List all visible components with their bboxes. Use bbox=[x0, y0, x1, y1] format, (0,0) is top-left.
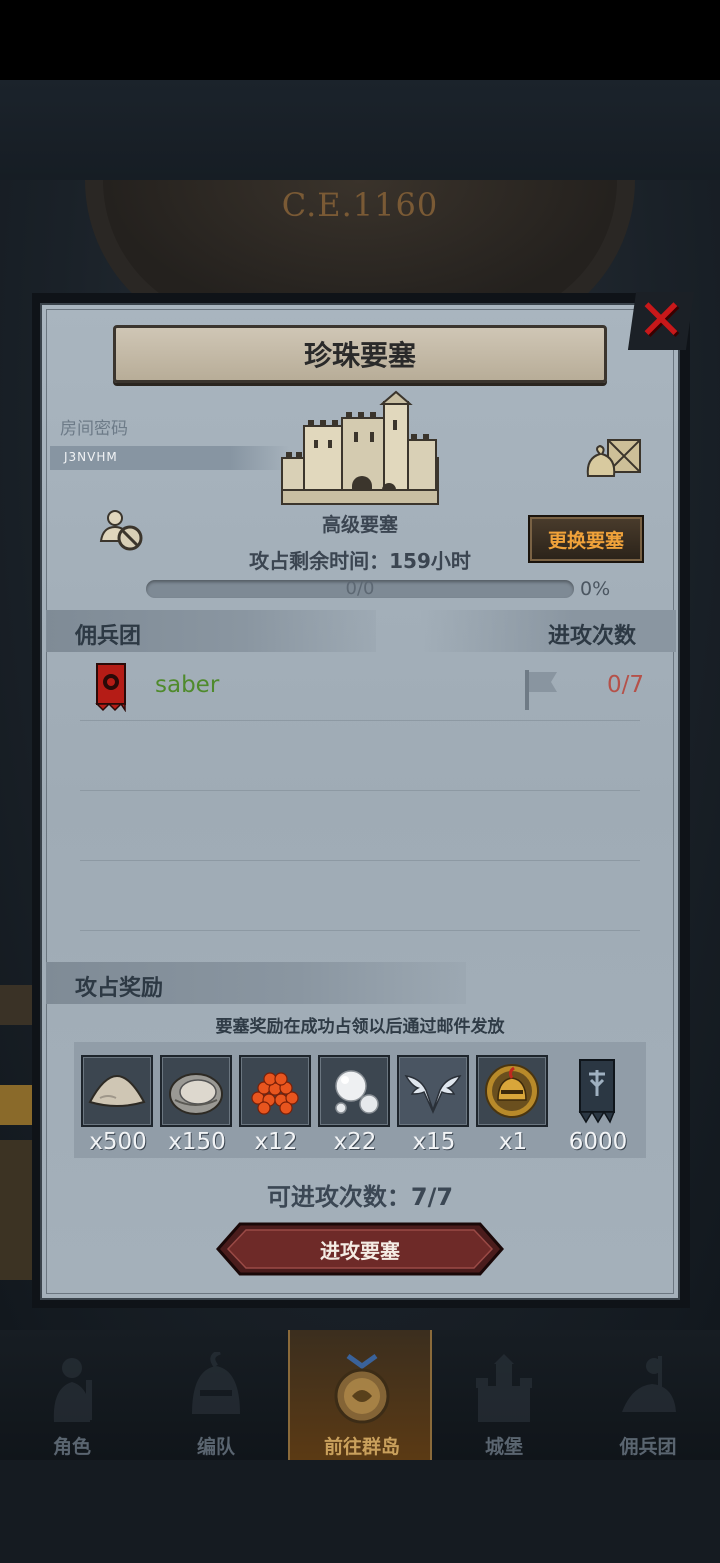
attack-count-header: 进攻次数 bbox=[548, 624, 637, 649]
guild-name: saber bbox=[155, 672, 220, 698]
guild-banner-icon bbox=[578, 1059, 616, 1124]
bottom-background bbox=[0, 1460, 720, 1563]
row-divider bbox=[80, 860, 640, 861]
nav-label: 角色 bbox=[52, 1436, 91, 1458]
guild-attack-count: 0/7 bbox=[606, 672, 644, 698]
room-code: J3NVHM bbox=[64, 450, 118, 464]
reward-count: x1 bbox=[498, 1129, 528, 1155]
nav-label: 佣兵团 bbox=[619, 1436, 677, 1458]
nav-item-character[interactable]: 角色 bbox=[0, 1330, 144, 1460]
change-fortress-label: 更换要塞 bbox=[547, 529, 624, 552]
golden-helmet-icon bbox=[485, 1064, 539, 1118]
row-divider bbox=[80, 930, 640, 931]
status-bar bbox=[0, 0, 720, 80]
fish-roe-icon bbox=[251, 1072, 299, 1115]
close-icon: ✕ bbox=[637, 288, 685, 353]
attacks-available: 可进攻次数：7/7 bbox=[266, 1183, 454, 1211]
close-button[interactable]: ✕ bbox=[627, 288, 695, 354]
title-plaque: 珍珠要塞 bbox=[113, 325, 607, 383]
winged-emblem-icon bbox=[404, 1075, 462, 1114]
sand-pile-icon bbox=[88, 1074, 146, 1107]
era-label: C.E.1160 bbox=[281, 186, 439, 224]
fortress-castle-icon bbox=[281, 390, 439, 505]
rider-icon bbox=[622, 1356, 676, 1412]
nav-label: 城堡 bbox=[484, 1436, 523, 1458]
capture-progress-text: 0/0 bbox=[345, 578, 375, 599]
knight-icon bbox=[53, 1358, 92, 1422]
reward-count: 6000 bbox=[568, 1129, 628, 1155]
guild-row[interactable]: saber 0/7 bbox=[80, 658, 660, 720]
nav-label: 编队 bbox=[196, 1436, 235, 1458]
oyster-icon bbox=[169, 1073, 223, 1115]
row-divider bbox=[80, 790, 640, 791]
reward-item[interactable]: x500 bbox=[81, 1055, 155, 1155]
nav-item-islands[interactable]: 前往群岛 bbox=[288, 1330, 432, 1460]
capture-progress-percent: 0% bbox=[580, 578, 611, 600]
pearl-icon bbox=[335, 1070, 379, 1114]
reward-item[interactable]: 6000 bbox=[561, 1055, 635, 1155]
attack-fortress-label: 进攻要塞 bbox=[320, 1239, 400, 1263]
compass-icon bbox=[334, 1353, 390, 1424]
nav-item-guild[interactable]: 佣兵团 bbox=[576, 1330, 720, 1460]
attack-fortress-button[interactable]: 进攻要塞 bbox=[216, 1222, 504, 1276]
flag-icon bbox=[525, 670, 557, 710]
reward-item[interactable]: x12 bbox=[239, 1055, 313, 1155]
reward-item[interactable]: x15 bbox=[397, 1055, 471, 1155]
castle-icon bbox=[476, 1354, 532, 1422]
helmet-icon bbox=[192, 1352, 240, 1414]
guild-banner-icon bbox=[95, 663, 126, 712]
nav-item-formation[interactable]: 编队 bbox=[144, 1330, 288, 1460]
reward-item[interactable]: x1 bbox=[476, 1055, 550, 1155]
change-fortress-button[interactable]: 更换要塞 bbox=[528, 515, 644, 563]
guild-section-title: 佣兵团 bbox=[75, 624, 142, 649]
nav-label: 前往群岛 bbox=[323, 1436, 400, 1458]
rewards-section-title: 攻占奖励 bbox=[75, 976, 164, 1001]
dialog-title: 珍珠要塞 bbox=[303, 339, 416, 372]
no-entry-user-icon bbox=[99, 510, 143, 551]
reward-item[interactable]: x22 bbox=[318, 1055, 392, 1155]
row-divider bbox=[80, 720, 640, 721]
rewards-note: 要塞奖励在成功占领以后通过邮件发放 bbox=[215, 1017, 505, 1037]
supplies-crate-icon[interactable] bbox=[584, 432, 644, 480]
side-button-target[interactable] bbox=[0, 1085, 32, 1125]
reward-item[interactable]: x150 bbox=[160, 1055, 234, 1155]
background-band bbox=[0, 80, 720, 180]
nav-item-castle[interactable]: 城堡 bbox=[432, 1330, 576, 1460]
room-password-label: 房间密码 bbox=[60, 419, 128, 439]
